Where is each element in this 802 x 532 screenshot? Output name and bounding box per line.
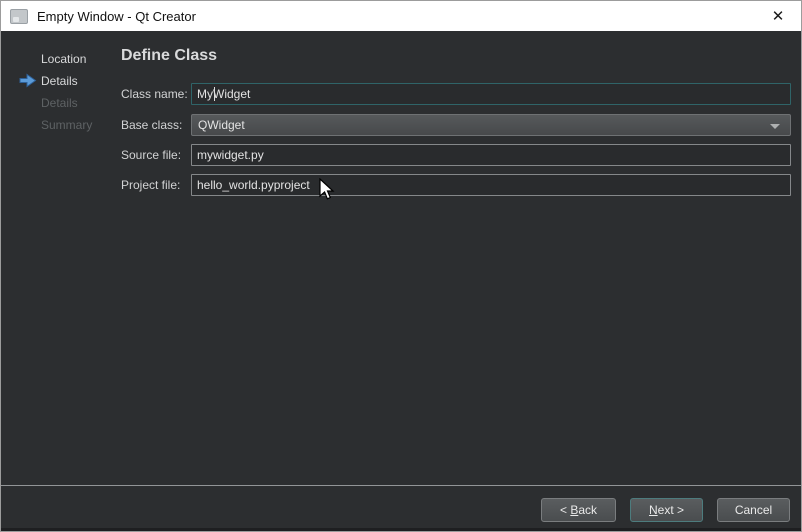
source-file-input[interactable] (191, 144, 791, 166)
source-file-label: Source file: (121, 148, 181, 162)
text-caret (214, 87, 215, 101)
back-button[interactable]: < Back (541, 498, 616, 522)
wizard-dialog-window: Empty Window - Qt Creator ✕ Location Det… (0, 0, 802, 532)
base-class-label: Base class: (121, 118, 182, 132)
current-step-arrow-icon (19, 73, 37, 88)
footer-separator (1, 485, 801, 486)
project-file-input[interactable] (191, 174, 791, 196)
titlebar: Empty Window - Qt Creator ✕ (1, 1, 801, 31)
close-icon[interactable]: ✕ (755, 1, 801, 31)
project-file-label: Project file: (121, 178, 180, 192)
chevron-down-icon (770, 124, 780, 129)
page-title: Define Class (121, 47, 217, 65)
cancel-button[interactable]: Cancel (717, 498, 790, 522)
class-name-label: Class name: (121, 87, 188, 101)
sidebar-step-location[interactable]: Location (41, 52, 86, 66)
class-name-input[interactable] (191, 83, 791, 105)
sidebar-step-details[interactable]: Details (41, 74, 78, 88)
sidebar-step-details-2: Details (41, 96, 78, 110)
base-class-combobox[interactable]: QWidget (191, 114, 791, 136)
sidebar-step-summary: Summary (41, 118, 92, 132)
window-bottom-edge (1, 528, 801, 531)
window-title: Empty Window - Qt Creator (37, 9, 196, 24)
app-icon (10, 9, 28, 24)
next-button[interactable]: Next > (630, 498, 703, 522)
base-class-value: QWidget (198, 118, 245, 132)
